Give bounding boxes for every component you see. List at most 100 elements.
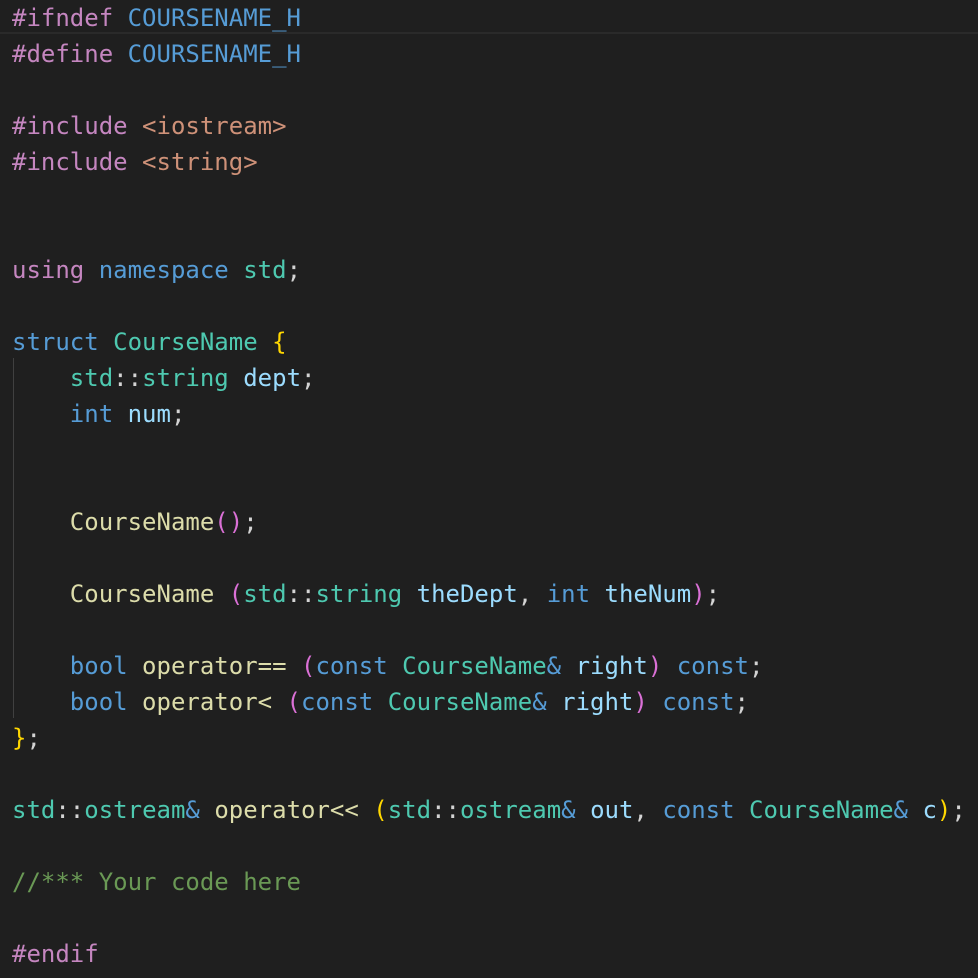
- code-line[interactable]: ​: [12, 540, 966, 576]
- code-line[interactable]: //*** Your code here: [12, 864, 966, 900]
- code-token: operator==: [142, 652, 287, 680]
- code-token: right: [561, 688, 634, 716]
- code-token: {: [272, 328, 287, 356]
- code-token: ;: [243, 508, 258, 536]
- code-token: num: [127, 400, 171, 428]
- code-token: (: [228, 580, 244, 608]
- code-token: CourseName: [387, 688, 533, 716]
- code-token: int: [546, 580, 591, 608]
- code-line[interactable]: #define COURSENAME_H: [12, 36, 966, 72]
- code-token: operator<<: [214, 796, 359, 824]
- code-token: const: [301, 688, 374, 716]
- code-token: ostream: [84, 796, 186, 824]
- code-token: ): [691, 580, 706, 608]
- code-token: CourseName: [69, 508, 215, 536]
- code-token: ;: [748, 652, 764, 680]
- code-line[interactable]: #include <string>: [12, 144, 966, 180]
- code-token: c: [922, 796, 937, 824]
- code-token: #include: [12, 148, 128, 176]
- code-line[interactable]: ​: [12, 828, 966, 864]
- code-line[interactable]: std::ostream& operator<< (std::ostream& …: [12, 792, 966, 828]
- code-token: ;: [170, 400, 186, 428]
- code-token: theNum: [604, 580, 692, 608]
- code-token: std: [12, 796, 56, 824]
- code-token: (: [373, 796, 388, 824]
- code-line[interactable]: int num;: [12, 396, 966, 432]
- code-token: ostream: [460, 796, 562, 824]
- code-line[interactable]: ​: [12, 756, 966, 792]
- code-line[interactable]: std::string dept;: [12, 360, 966, 396]
- code-line[interactable]: #include <iostream>: [12, 108, 966, 144]
- code-line[interactable]: #ifndef COURSENAME_H: [12, 0, 966, 36]
- code-token: #define: [12, 40, 114, 68]
- code-text-area[interactable]: #ifndef COURSENAME_H #define COURSENAME_H…: [12, 0, 966, 972]
- code-token: namespace: [98, 256, 229, 284]
- code-token: const: [676, 652, 749, 680]
- code-token: #include: [12, 112, 128, 140]
- code-line[interactable]: bool operator== (const CourseName& right…: [12, 648, 966, 684]
- code-line[interactable]: ​: [12, 216, 966, 252]
- code-token: #endif: [12, 940, 99, 968]
- code-token: const: [315, 652, 388, 680]
- code-token: //*** Your code here: [12, 868, 301, 896]
- code-line[interactable]: ​: [12, 288, 966, 324]
- code-token: std: [243, 580, 287, 608]
- code-line[interactable]: };: [12, 720, 966, 756]
- code-editor[interactable]: #ifndef COURSENAME_H #define COURSENAME_H…: [0, 0, 978, 978]
- code-line[interactable]: struct CourseName {: [12, 324, 966, 360]
- code-line[interactable]: CourseName();: [12, 504, 966, 540]
- code-token: <iostream>: [142, 112, 287, 140]
- code-token: out: [590, 796, 634, 824]
- code-token: (: [286, 688, 301, 716]
- code-token: ::: [286, 580, 316, 608]
- code-line[interactable]: bool operator< (const CourseName& right)…: [12, 684, 966, 720]
- code-token: (): [214, 508, 244, 536]
- code-token: bool: [69, 652, 128, 680]
- code-token: #ifndef: [12, 4, 114, 32]
- code-line[interactable]: ​: [12, 432, 966, 468]
- code-line[interactable]: ​: [12, 180, 966, 216]
- code-token: ;: [951, 796, 966, 824]
- code-token: ;: [734, 688, 749, 716]
- code-token: operator<: [142, 688, 273, 716]
- code-line[interactable]: CourseName (std::string theDept, int the…: [12, 576, 966, 612]
- code-line[interactable]: using namespace std;: [12, 252, 966, 288]
- code-token: ;: [705, 580, 721, 608]
- code-token: &: [532, 688, 547, 716]
- code-token: ): [633, 688, 648, 716]
- code-token: }: [12, 724, 27, 752]
- code-line[interactable]: ​: [12, 612, 966, 648]
- code-line[interactable]: ​: [12, 900, 966, 936]
- code-line[interactable]: #endif: [12, 936, 966, 972]
- code-token: const: [662, 688, 735, 716]
- code-token: std: [243, 256, 287, 284]
- code-line[interactable]: ​: [12, 72, 966, 108]
- code-token: const: [662, 796, 735, 824]
- code-line[interactable]: ​: [12, 468, 966, 504]
- code-token: ::: [113, 364, 143, 392]
